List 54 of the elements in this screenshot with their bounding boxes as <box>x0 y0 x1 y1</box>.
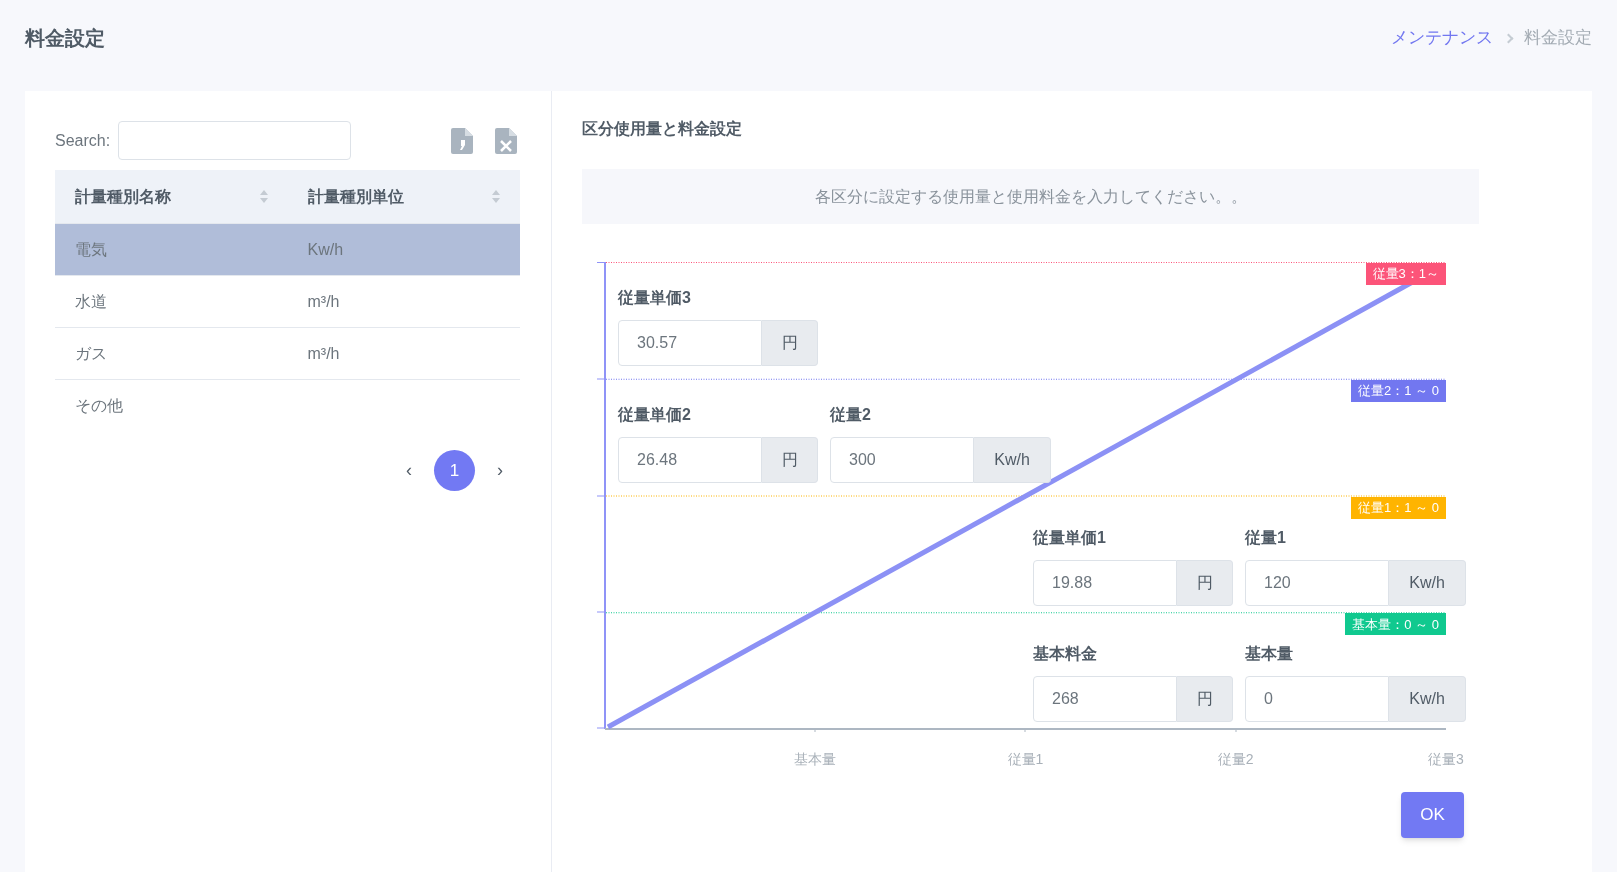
excel-file-icon[interactable] <box>495 127 517 154</box>
table-cell: m³/h <box>307 292 340 310</box>
axis-label: 従量1 <box>1007 750 1044 769</box>
number-input[interactable]: 19.88 <box>1033 559 1177 606</box>
number-input[interactable]: 26.48 <box>618 436 762 483</box>
sort-icon[interactable] <box>259 190 268 203</box>
page-button[interactable]: 1 <box>434 450 475 491</box>
table-cell: ガス <box>75 344 107 362</box>
number-input[interactable]: 300 <box>830 436 974 483</box>
table-cell: m³/h <box>307 344 340 362</box>
next-page-button[interactable]: › <box>497 457 503 484</box>
search-field[interactable] <box>118 121 352 160</box>
unit-label: Kw/h <box>1389 559 1466 606</box>
field-label: 基本量 <box>1245 644 1294 665</box>
number-input[interactable]: 30.57 <box>618 320 762 366</box>
field-label: 従量2 <box>830 404 872 425</box>
panel-title: 区分使用量と料金設定 <box>582 119 743 139</box>
table-cell: 電気 <box>75 240 107 258</box>
axis-label: 基本量 <box>794 750 837 769</box>
table-cell: 水道 <box>75 292 107 310</box>
table-cell: その他 <box>75 397 123 414</box>
previous-page-button[interactable]: ‹ <box>406 457 412 484</box>
search-label: Search: <box>55 130 111 151</box>
column-header[interactable]: 計量種別名称 <box>75 184 171 209</box>
number-input[interactable]: 0 <box>1245 676 1389 723</box>
sort-icon[interactable] <box>492 190 500 203</box>
unit-label: Kw/h <box>974 436 1051 483</box>
axis-label: 従量2 <box>1217 750 1254 769</box>
unit-label: 円 <box>762 320 818 366</box>
field-label: 基本料金 <box>1033 644 1098 665</box>
table-cell: Kw/h <box>307 240 344 258</box>
table-row[interactable]: 電気 Kw/h <box>55 224 520 276</box>
ok-button[interactable]: OK <box>1401 792 1464 838</box>
breadcrumb-text: 料金設定 <box>1524 27 1592 50</box>
field-label: 従量単価2 <box>618 404 692 425</box>
range-badge: 従量2：1 ～ 0 <box>1351 379 1446 402</box>
range-badge: 従量1：1 ～ 0 <box>1351 496 1446 519</box>
unit-label: 円 <box>1177 559 1233 606</box>
unit-label: 円 <box>762 436 818 483</box>
notice-banner: 各区分に設定する使用量と使用料金を入力してください。。 <box>582 169 1479 224</box>
breadcrumb-link[interactable]: メンテナンス <box>1391 25 1493 51</box>
field-label: 従量単価3 <box>618 288 692 308</box>
column-header[interactable]: 計量種別単位 <box>307 184 404 209</box>
field-label: 従量単価1 <box>1033 527 1107 548</box>
number-input[interactable]: 268 <box>1033 676 1177 723</box>
number-input[interactable]: 120 <box>1245 559 1389 606</box>
range-badge: 基本量：0 ～ 0 <box>1345 613 1446 636</box>
unit-label: 円 <box>1177 676 1233 723</box>
field-label: 従量1 <box>1245 527 1287 548</box>
range-badge: 従量3：1～ <box>1365 263 1446 285</box>
unit-label: Kw/h <box>1389 676 1466 723</box>
axis-label: 従量3 <box>1428 750 1464 769</box>
page-title: 料金設定 <box>25 26 105 51</box>
csv-file-icon[interactable] <box>451 127 473 154</box>
